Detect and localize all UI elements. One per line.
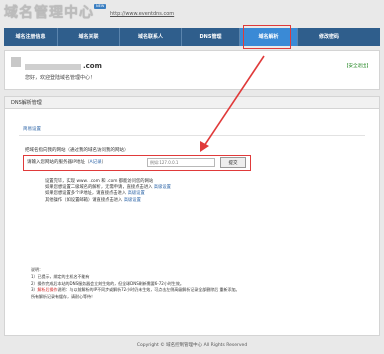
site-url-link[interactable]: http://www.eventdns.com <box>110 11 174 17</box>
tip-item: 其他操作（如设置邮箱）请直接点击进入 高级设置 <box>45 197 141 203</box>
notes: 说明： 1）已提示，绑定的主机名不能有 2）操作完成后本站的DNS服务器会立刻生… <box>31 267 240 301</box>
tab-dns-management[interactable]: DNS管理 <box>182 28 240 46</box>
tips-list: 设置完毕，实现 www. .com 和 .com 都能访问您的网站 如果您想设置… <box>45 179 171 204</box>
header: 域名管理中心 NEW http://www.eventdns.com <box>0 0 384 24</box>
note-item: 1）已提示，绑定的主机名不能有 <box>31 273 90 279</box>
intro-text: 把域名指向我的网站（通过我的域名访问我的网站） <box>25 148 129 153</box>
divider <box>19 135 365 136</box>
site-logo[interactable]: 域名管理中心 <box>4 2 94 22</box>
advanced-settings-link[interactable]: 高级设置 <box>154 185 171 190</box>
ip-address-input[interactable] <box>147 158 215 167</box>
ip-label: 请输入您网站的服务器IP地址（A记录） <box>27 160 107 165</box>
main-nav: 域名注册信息 域名关联 域名联系人 DNS管理 域名解析 修改密码 <box>4 28 380 46</box>
panel-title: DNS解析管理 <box>5 97 379 109</box>
logout-link[interactable]: 【安全退出】 <box>344 63 371 69</box>
nav-highlight-box <box>243 25 291 49</box>
notes-title: 说明： <box>31 267 43 272</box>
user-panel: .com 您好，欢迎登陆域名管理中心！ 【安全退出】 <box>4 50 380 90</box>
user-domain-suffix: .com <box>83 62 102 70</box>
dns-panel: DNS解析管理 简易设置 把域名指向我的网站（通过我的域名访问我的网站） 请输入… <box>4 96 380 336</box>
a-record-link[interactable]: A记录 <box>90 160 102 165</box>
tab-domain-association[interactable]: 域名关联 <box>58 28 120 46</box>
avatar <box>11 57 21 67</box>
new-badge: NEW <box>94 4 107 9</box>
welcome-text: 您好，欢迎登陆域名管理中心！ <box>25 75 96 81</box>
tab-domain-registration[interactable]: 域名注册信息 <box>4 28 58 46</box>
submit-button[interactable]: 提交 <box>220 157 246 168</box>
tab-simple-settings[interactable]: 简易设置 <box>23 126 41 132</box>
tab-change-password[interactable]: 修改密码 <box>298 28 360 46</box>
footer-copyright: Copyright © 域名控制管理中心 All Rights Reserved <box>136 343 248 348</box>
advanced-settings-link[interactable]: 高级设置 <box>124 198 141 203</box>
note-item: 所有解析记录有缓存，请耐心等待！ <box>31 294 95 300</box>
advanced-settings-link[interactable]: 高级设置 <box>128 191 145 196</box>
tab-domain-contacts[interactable]: 域名联系人 <box>120 28 182 46</box>
blurred-domain <box>25 64 81 70</box>
